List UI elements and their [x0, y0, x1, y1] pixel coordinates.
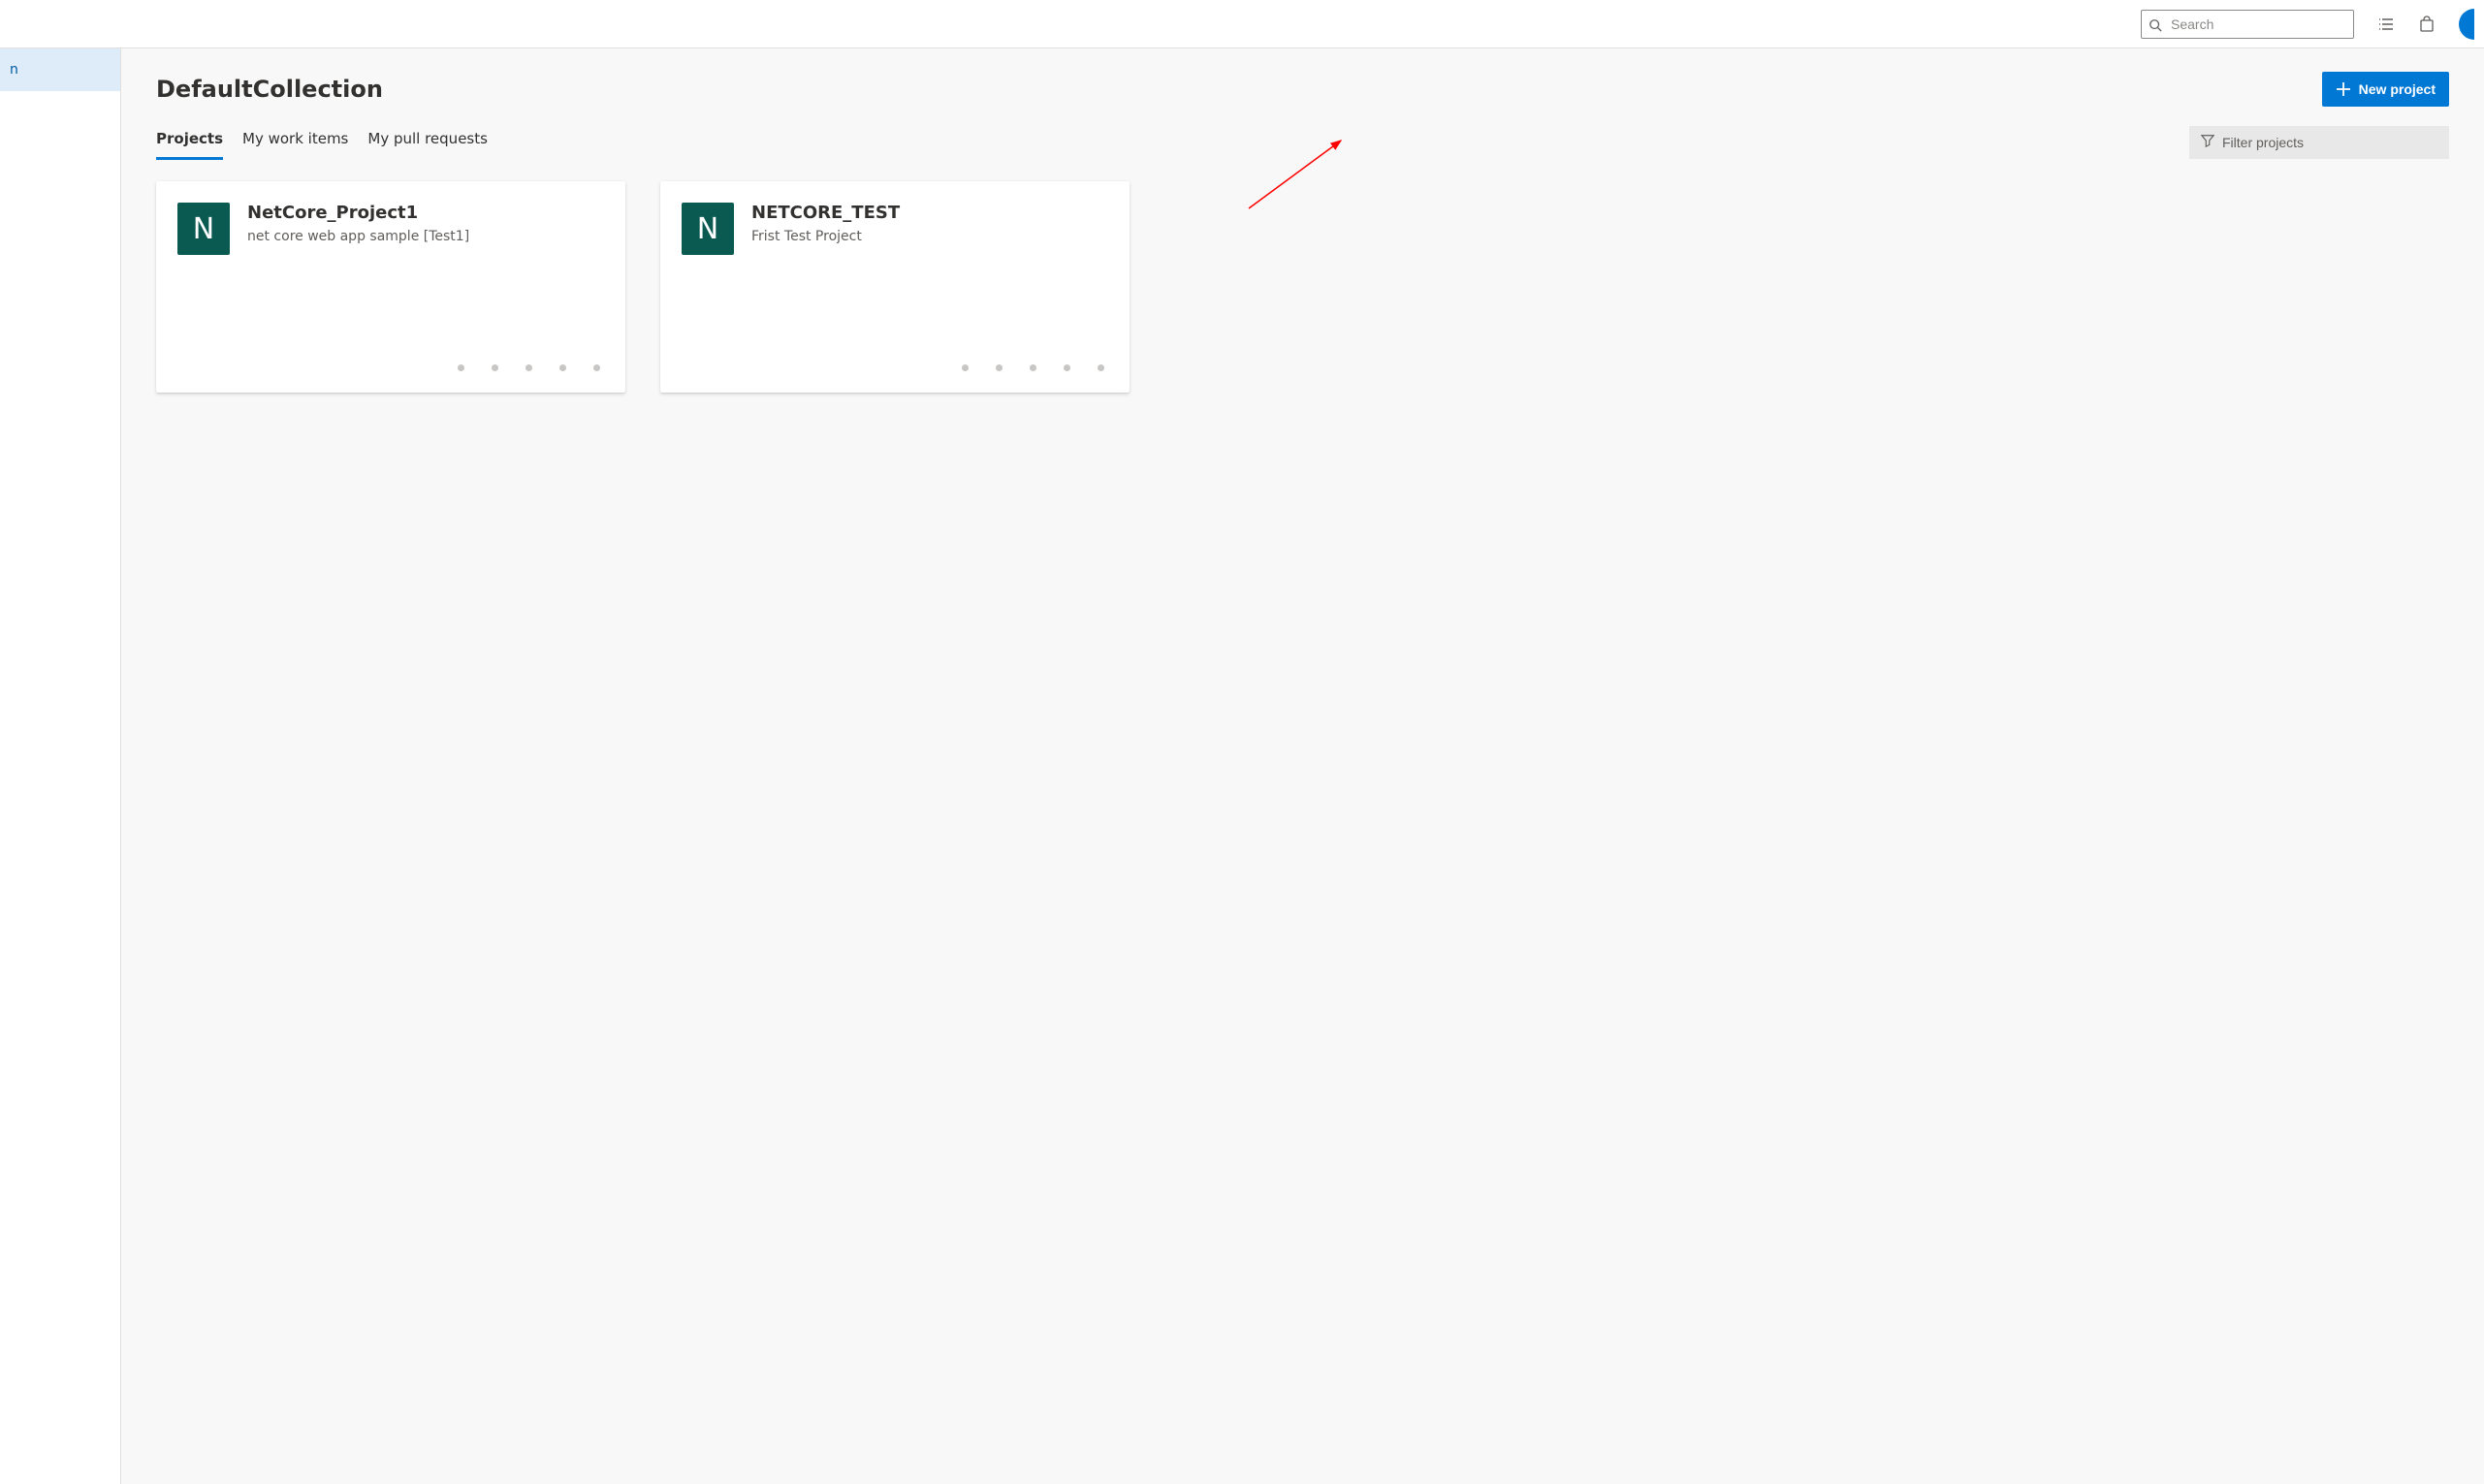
sidebar-item-label: n: [10, 62, 18, 78]
tab-label: Projects: [156, 130, 223, 147]
status-dot-icon: [593, 364, 600, 371]
tab-work-items[interactable]: My work items: [242, 124, 348, 160]
status-dot-icon: [1030, 364, 1036, 371]
project-avatar: N: [682, 203, 734, 255]
status-dot-icon: [962, 364, 969, 371]
sidebar-item-collection[interactable]: n: [0, 48, 120, 91]
new-project-label: New project: [2359, 81, 2436, 97]
project-cards: N NetCore_Project1 net core web app samp…: [156, 181, 2449, 393]
status-dot-icon: [525, 364, 532, 371]
status-dot-icon: [458, 364, 464, 371]
tab-pull-requests[interactable]: My pull requests: [367, 124, 488, 160]
filter-input[interactable]: [2222, 135, 2437, 150]
search-icon: [2149, 17, 2162, 31]
main: DefaultCollection New project Projects M…: [121, 48, 2484, 1484]
tabs: Projects My work items My pull requests: [156, 124, 488, 160]
tab-projects[interactable]: Projects: [156, 124, 223, 160]
filter-box[interactable]: [2189, 126, 2449, 159]
project-card[interactable]: N NETCORE_TEST Frist Test Project: [660, 181, 1130, 393]
layout: n DefaultCollection New project Projects…: [0, 48, 2484, 1484]
status-dot-icon: [559, 364, 566, 371]
filter-icon: [2201, 133, 2214, 151]
search-wrap: [2141, 10, 2354, 39]
status-dot-icon: [492, 364, 498, 371]
page-title: DefaultCollection: [156, 76, 383, 103]
list-icon[interactable]: [2377, 16, 2395, 33]
titlebar: DefaultCollection New project: [156, 72, 2449, 107]
project-title: NetCore_Project1: [247, 203, 604, 223]
tab-label: My pull requests: [367, 130, 488, 147]
project-title: NETCORE_TEST: [751, 203, 1108, 223]
project-card-body: NetCore_Project1 net core web app sample…: [247, 203, 604, 371]
search-input[interactable]: [2141, 10, 2354, 39]
sidebar: n: [0, 48, 121, 1484]
project-status-dots: [962, 364, 1104, 371]
new-project-button[interactable]: New project: [2322, 72, 2449, 107]
shopping-bag-icon[interactable]: [2418, 16, 2436, 33]
project-card-body: NETCORE_TEST Frist Test Project: [751, 203, 1108, 371]
tabrow: Projects My work items My pull requests: [156, 124, 2449, 160]
project-status-dots: [458, 364, 600, 371]
project-avatar: N: [177, 203, 230, 255]
project-card[interactable]: N NetCore_Project1 net core web app samp…: [156, 181, 625, 393]
status-dot-icon: [1064, 364, 1070, 371]
project-description: Frist Test Project: [751, 229, 1108, 244]
topbar: [0, 0, 2484, 48]
status-dot-icon: [996, 364, 1003, 371]
user-avatar[interactable]: [2459, 9, 2474, 40]
project-description: net core web app sample [Test1]: [247, 229, 604, 244]
tab-label: My work items: [242, 130, 348, 147]
status-dot-icon: [1098, 364, 1104, 371]
